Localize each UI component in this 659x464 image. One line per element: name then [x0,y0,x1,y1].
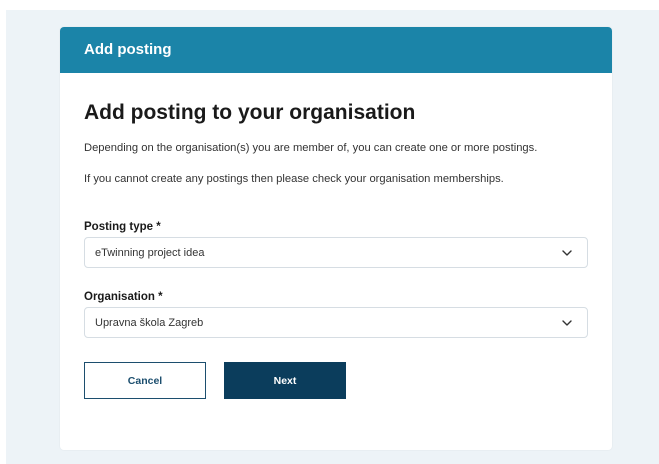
chevron-down-icon [561,247,573,259]
chevron-down-icon [561,317,573,329]
organisation-label: Organisation * [84,291,163,303]
posting-type-select[interactable]: eTwinning project idea [84,237,588,268]
next-button[interactable]: Next [224,362,346,399]
dialog-actions: Cancel Next [84,362,588,399]
dialog-body: Add posting to your organisation Dependi… [84,73,588,399]
dialog-header: Add posting [60,27,612,73]
add-posting-dialog: Add posting Add posting to your organisa… [60,27,612,450]
posting-type-label: Posting type * [84,221,161,233]
organisation-select[interactable]: Upravna škola Zagreb [84,307,588,338]
posting-type-value: eTwinning project idea [95,246,205,259]
page-title: Add posting to your organisation [84,101,416,124]
description-text: Depending on the organisation(s) you are… [84,142,538,154]
memberships-hint-text: If you cannot create any postings then p… [84,173,504,185]
organisation-value: Upravna škola Zagreb [95,316,204,329]
cancel-button[interactable]: Cancel [84,362,206,399]
